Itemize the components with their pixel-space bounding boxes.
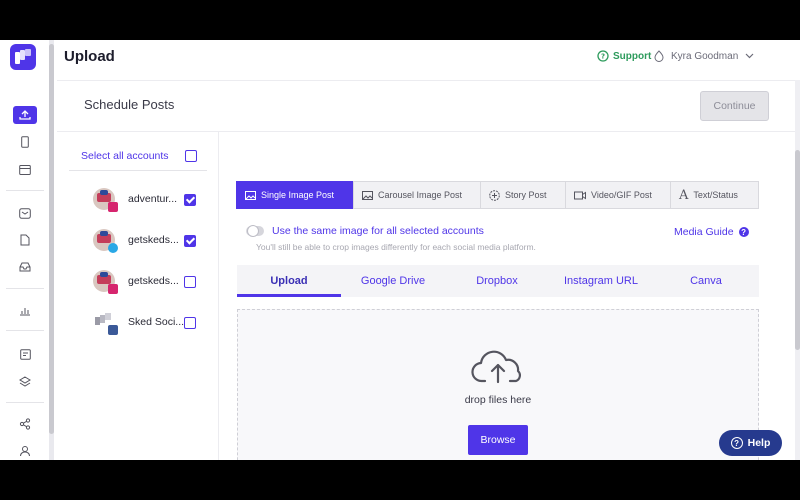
same-image-label[interactable]: Use the same image for all selected acco… [272, 225, 484, 237]
tab-label: Carousel Image Post [378, 190, 463, 200]
file-dropzone[interactable]: drop files here Browse [237, 309, 759, 460]
continue-button[interactable]: Continue [700, 91, 769, 121]
tab-label: Video/GIF Post [591, 190, 652, 200]
rail-divider [6, 190, 44, 191]
user-menu[interactable]: Kyra Goodman [654, 50, 754, 62]
inbox-icon[interactable] [13, 204, 37, 222]
tab-single-image-post[interactable]: Single Image Post [236, 181, 354, 209]
profile-icon[interactable] [13, 442, 37, 460]
chevron-down-icon [745, 53, 754, 59]
share-icon[interactable] [13, 415, 37, 433]
crop-note: You'll still be able to crop images diff… [256, 242, 536, 252]
dropzone-label: drop files here [464, 394, 532, 406]
help-label: Help [747, 437, 771, 449]
app-window: Upload ? Support Kyra Goodman Schedule P… [0, 40, 800, 460]
document-icon[interactable] [13, 231, 37, 249]
tray-icon[interactable] [13, 258, 37, 276]
select-all-checkbox[interactable] [185, 150, 197, 162]
tab-canva[interactable]: Canva [653, 265, 759, 297]
tab-label: Text/Status [693, 190, 738, 200]
main-content: Schedule Posts Continue Select all accou… [57, 80, 796, 460]
tab-instagram-url[interactable]: Instagram URL [549, 265, 653, 297]
account-checkbox[interactable] [184, 194, 196, 206]
media-guide-link[interactable]: Media Guide ? [674, 226, 749, 238]
layers-icon[interactable] [13, 372, 37, 390]
same-image-toggle[interactable] [246, 225, 264, 237]
select-all-label[interactable]: Select all accounts [81, 150, 169, 162]
rail-divider [6, 288, 44, 289]
upload-nav-icon[interactable] [13, 106, 37, 124]
help-circle-icon: ? [597, 50, 609, 62]
schedule-title: Schedule Posts [84, 97, 175, 112]
sked-logo[interactable] [10, 44, 36, 70]
rail-scrollbar[interactable] [49, 40, 54, 460]
instagram-icon [108, 202, 118, 212]
twitter-icon [108, 243, 118, 253]
flame-icon [654, 50, 664, 62]
account-item[interactable]: Sked Soci... [93, 311, 219, 339]
rail-divider [6, 330, 44, 331]
user-name: Kyra Goodman [671, 50, 739, 62]
support-label: Support [613, 50, 652, 62]
tab-google-drive[interactable]: Google Drive [341, 265, 445, 297]
text-icon: A [679, 187, 689, 203]
account-name: adventur... [128, 193, 178, 205]
left-rail [0, 40, 50, 460]
question-icon: ? [738, 227, 749, 237]
tab-dropbox[interactable]: Dropbox [445, 265, 549, 297]
account-checkbox[interactable] [184, 317, 196, 329]
tab-video-gif-post[interactable]: Video/GIF Post [565, 181, 671, 209]
tab-upload[interactable]: Upload [237, 265, 341, 297]
tab-label: Single Image Post [261, 190, 335, 200]
upload-source-tabs: Upload Google Drive Dropbox Instagram UR… [237, 265, 759, 297]
page-scrollbar[interactable] [795, 80, 800, 460]
help-button[interactable]: ? Help [719, 430, 782, 456]
account-name: Sked Soci... [128, 316, 185, 328]
tab-carousel-image-post[interactable]: Carousel Image Post [353, 181, 481, 209]
page-title: Upload [64, 48, 115, 65]
tab-text-status[interactable]: A Text/Status [670, 181, 759, 209]
video-icon [574, 191, 586, 199]
schedule-header: Schedule Posts Continue [57, 80, 796, 132]
support-link[interactable]: ? Support [597, 50, 651, 62]
account-item[interactable]: adventur... [93, 188, 219, 216]
image-icon [245, 190, 256, 200]
image-icon [362, 190, 373, 200]
accounts-panel: Select all accounts adventur... getskeds… [57, 132, 219, 460]
facebook-icon [108, 325, 118, 335]
tab-label: Story Post [505, 190, 547, 200]
account-item[interactable]: getskeds... [93, 270, 219, 298]
browse-button[interactable]: Browse [468, 425, 528, 455]
post-type-tabs: Single Image Post Carousel Image Post St… [236, 181, 759, 209]
account-name: getskeds... [128, 234, 179, 246]
phone-preview-icon[interactable] [13, 133, 37, 151]
rail-divider [6, 402, 44, 403]
calendar-icon[interactable] [13, 160, 37, 178]
accounts-divider [69, 170, 207, 171]
media-guide-label: Media Guide [674, 226, 734, 238]
tab-story-post[interactable]: Story Post [480, 181, 566, 209]
account-checkbox[interactable] [184, 235, 196, 247]
help-circle-icon: ? [730, 437, 743, 449]
account-checkbox[interactable] [184, 276, 196, 288]
account-item[interactable]: getskeds... [93, 229, 219, 257]
story-icon [489, 189, 500, 201]
instagram-icon [108, 284, 118, 294]
analytics-icon[interactable] [13, 301, 37, 319]
notes-icon[interactable] [13, 345, 37, 363]
cloud-upload-icon [471, 350, 521, 384]
svg-text:?: ? [601, 53, 605, 61]
top-header: Upload ? Support Kyra Goodman [54, 40, 800, 80]
account-name: getskeds... [128, 275, 179, 287]
